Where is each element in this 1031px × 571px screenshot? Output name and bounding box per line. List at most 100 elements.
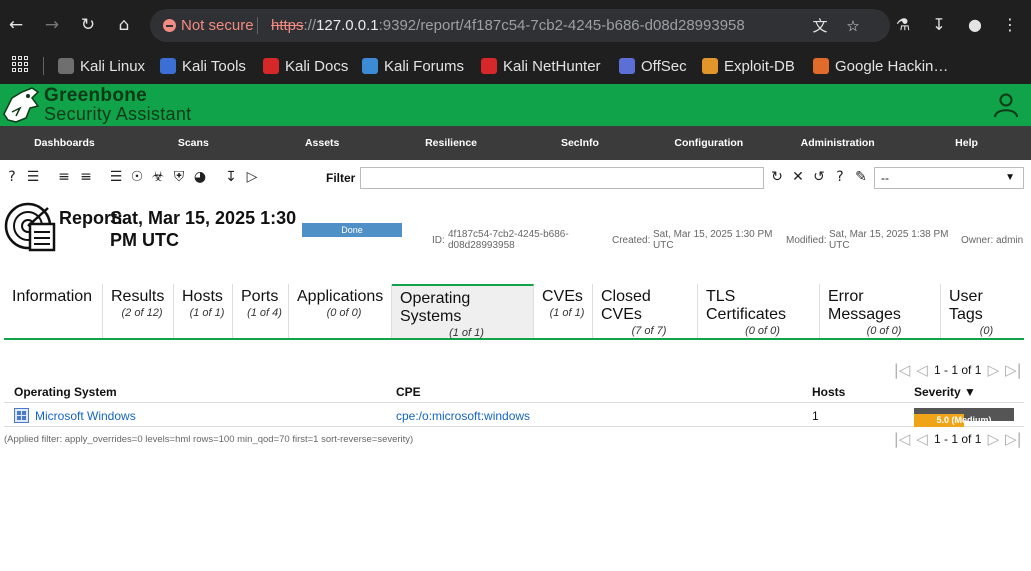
- first-page-icon[interactable]: |◁: [892, 430, 912, 448]
- report-icon: [4, 202, 56, 252]
- table-row: Microsoft Windows cpe:/o:microsoft:windo…: [4, 403, 1024, 427]
- severity-text: 5.0 (Medium): [936, 415, 992, 425]
- main-menu: Dashboards Scans Assets Resilience SecIn…: [0, 126, 1031, 160]
- url-path: :9392/report/4f187c54-7cb2-4245-b686-d08…: [378, 17, 745, 34]
- pagination-text: 1 - 1 of 1: [934, 432, 982, 446]
- bookmark-offsec[interactable]: OffSec: [619, 54, 687, 78]
- forward-icon[interactable]: →: [39, 12, 65, 38]
- tab-hosts[interactable]: Hosts (1 of 1): [174, 284, 233, 338]
- bookmark-star-icon[interactable]: ☆: [843, 16, 863, 36]
- cpe-link[interactable]: cpe:/o:microsoft:windows: [396, 409, 530, 423]
- refresh-filter-icon[interactable]: ↻: [768, 167, 786, 187]
- greenbone-logo-icon[interactable]: [2, 84, 42, 126]
- last-page-icon[interactable]: ▷|: [1003, 361, 1023, 379]
- tab-cves[interactable]: CVEs (1 of 1): [534, 284, 593, 338]
- clear-filter-icon[interactable]: ✕: [789, 167, 807, 187]
- reload-icon[interactable]: ↻: [75, 12, 101, 38]
- home-icon[interactable]: ⌂: [111, 12, 137, 38]
- menu-resilience[interactable]: Resilience: [387, 126, 516, 160]
- menu-configuration[interactable]: Configuration: [644, 126, 773, 160]
- url-text[interactable]: https://127.0.0.1:9392/report/4f187c54-7…: [271, 17, 745, 34]
- column-hosts[interactable]: Hosts: [812, 385, 845, 399]
- tab-user-tags[interactable]: User Tags (0): [941, 284, 1024, 338]
- trigger-alert-icon[interactable]: ▷: [243, 167, 261, 187]
- tab-label: TLS Certificates: [706, 288, 787, 323]
- tab-error-messages[interactable]: Error Messages (0 of 0): [820, 284, 941, 338]
- page-title: Report:: [59, 208, 123, 228]
- more-menu-icon[interactable]: ⋮: [998, 13, 1022, 37]
- delta-list-alt-icon[interactable]: ≡: [77, 167, 95, 187]
- tls-shield-icon[interactable]: ⛨: [170, 167, 188, 187]
- url-host: 127.0.0.1: [316, 17, 379, 34]
- filter-help-icon[interactable]: ?: [831, 167, 849, 187]
- offsec-icon: [619, 58, 635, 74]
- first-page-icon[interactable]: |◁: [892, 361, 912, 379]
- menu-secinfo[interactable]: SecInfo: [516, 126, 645, 160]
- results-list-icon[interactable]: ☰: [107, 167, 125, 187]
- kali-linux-icon: [58, 58, 74, 74]
- previous-page-icon[interactable]: ◁: [912, 361, 932, 379]
- omnibox[interactable]: Not secure https://127.0.0.1:9392/report…: [150, 9, 890, 42]
- owner-value: admin: [996, 235, 1024, 246]
- apps-grid-icon[interactable]: [12, 56, 28, 72]
- bookmark-kali-nethunter[interactable]: Kali NetHunter: [481, 54, 601, 78]
- scanner-icon[interactable]: ☉: [128, 167, 146, 187]
- tab-label: Closed CVEs: [601, 288, 651, 323]
- menu-dashboards[interactable]: Dashboards: [0, 126, 129, 160]
- reset-filter-icon[interactable]: ↺: [810, 167, 828, 187]
- tab-information[interactable]: Information: [4, 284, 103, 338]
- bookmark-kali-tools[interactable]: Kali Tools: [160, 54, 246, 78]
- back-icon[interactable]: ←: [3, 12, 29, 38]
- tab-label: Ports: [241, 288, 279, 305]
- filter-select[interactable]: -- ▼: [874, 167, 1024, 189]
- menu-scans[interactable]: Scans: [129, 126, 258, 160]
- column-operating-system[interactable]: Operating System: [14, 385, 117, 399]
- url-scheme: https: [271, 17, 304, 34]
- performance-icon[interactable]: ◕: [191, 167, 209, 187]
- tab-tls-certificates[interactable]: TLS Certificates (0 of 0): [698, 284, 820, 338]
- delta-list-icon[interactable]: ≡: [55, 167, 73, 187]
- filter-label: Filter: [326, 171, 356, 185]
- bookmark-google-hacking[interactable]: Google Hackin…: [813, 54, 948, 78]
- tab-label: User Tags: [949, 288, 983, 323]
- tab-applications[interactable]: Applications (0 of 0): [289, 284, 392, 338]
- tab-closed-cves[interactable]: Closed CVEs (7 of 7): [593, 284, 698, 338]
- bookmark-exploit-db[interactable]: Exploit-DB: [702, 54, 795, 78]
- bookmark-kali-linux[interactable]: Kali Linux: [58, 54, 145, 78]
- filter-select-value: --: [881, 171, 889, 185]
- edit-filter-icon[interactable]: ✎: [852, 167, 870, 187]
- next-page-icon[interactable]: ▷: [983, 430, 1003, 448]
- filter-input[interactable]: [360, 167, 764, 189]
- bookmarks-bar: Kali Linux Kali Tools Kali Docs Kali For…: [0, 50, 1031, 84]
- os-name-link[interactable]: Microsoft Windows: [35, 409, 136, 423]
- security-status[interactable]: Not secure: [181, 17, 254, 34]
- url-scheme-sep: ://: [303, 17, 317, 34]
- next-page-icon[interactable]: ▷: [983, 361, 1003, 379]
- column-severity[interactable]: Severity ▼: [914, 385, 976, 399]
- menu-administration[interactable]: Administration: [773, 126, 902, 160]
- bookmark-label: Kali NetHunter: [503, 57, 601, 75]
- biohazard-icon[interactable]: ☣: [149, 167, 167, 187]
- tab-ports[interactable]: Ports (1 of 4): [233, 284, 289, 338]
- list-icon[interactable]: ☰: [24, 167, 42, 187]
- tab-count: (1 of 4): [247, 307, 282, 319]
- labs-flask-icon[interactable]: ⚗: [891, 13, 915, 37]
- translate-icon[interactable]: 文: [810, 16, 830, 36]
- last-page-icon[interactable]: ▷|: [1003, 430, 1023, 448]
- help-icon[interactable]: ?: [3, 167, 21, 187]
- menu-help[interactable]: Help: [902, 126, 1031, 160]
- column-cpe[interactable]: CPE: [396, 385, 421, 399]
- previous-page-icon[interactable]: ◁: [912, 430, 932, 448]
- download-icon[interactable]: ↧: [927, 13, 951, 37]
- download-report-icon[interactable]: ↧: [222, 167, 240, 187]
- report-date: Sat, Mar 15, 2025 1:30 PM UTC: [110, 208, 297, 250]
- id-value: 4f187c54-7cb2-4245-b686-d08d28993958: [448, 229, 569, 251]
- profile-icon[interactable]: ●: [963, 13, 987, 37]
- pagination-top: |◁ ◁ 1 - 1 of 1 ▷ ▷|: [892, 361, 1023, 379]
- bookmark-kali-forums[interactable]: Kali Forums: [362, 54, 464, 78]
- tab-operating-systems[interactable]: Operating Systems (1 of 1): [392, 284, 534, 339]
- bookmark-kali-docs[interactable]: Kali Docs: [263, 54, 348, 78]
- tab-results[interactable]: Results (2 of 12): [103, 284, 174, 338]
- menu-assets[interactable]: Assets: [258, 126, 387, 160]
- user-menu-icon[interactable]: [993, 92, 1019, 118]
